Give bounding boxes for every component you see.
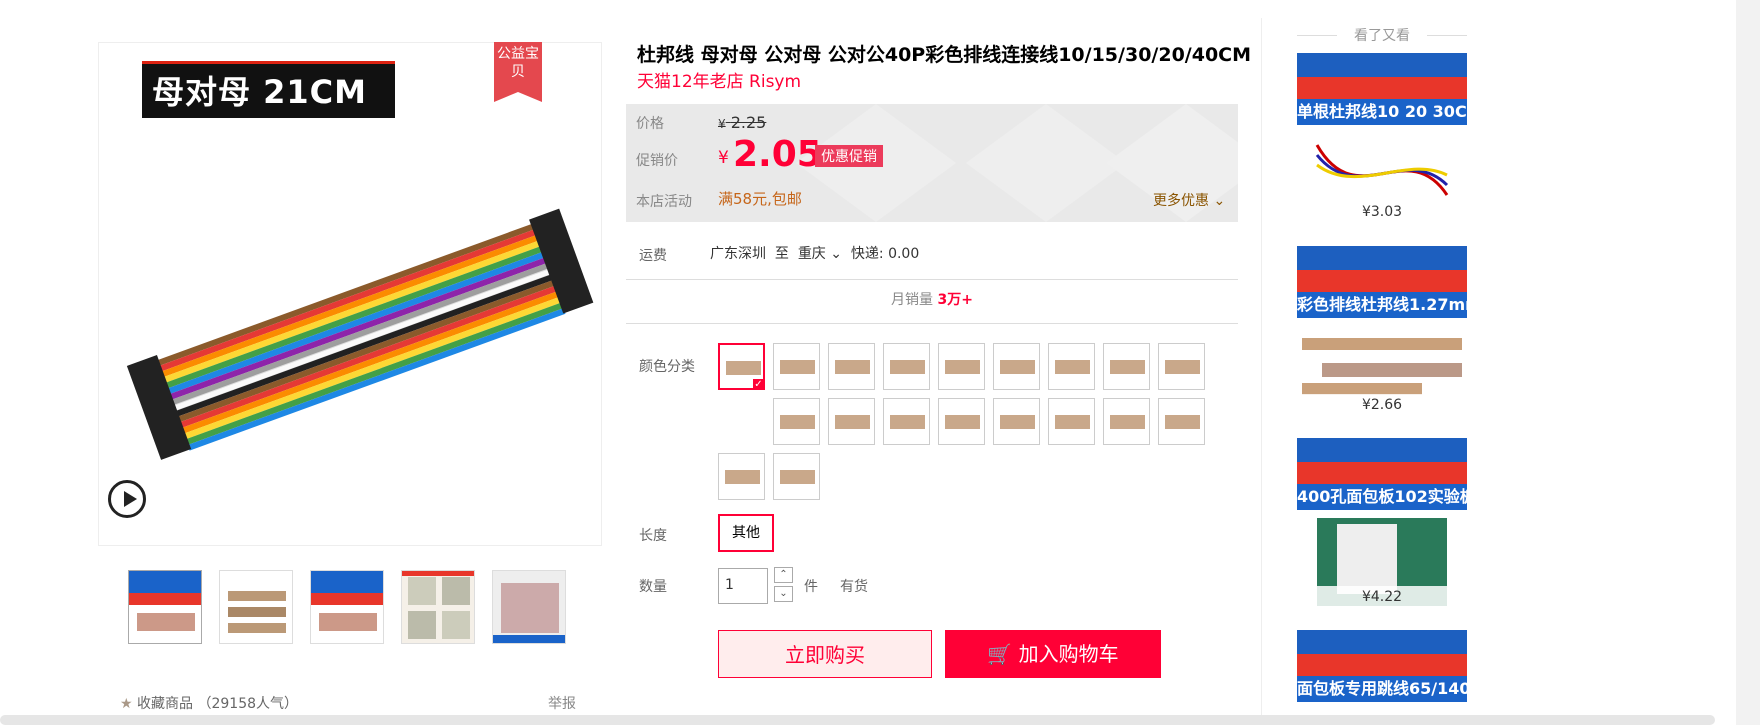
color-swatch[interactable] <box>773 453 820 500</box>
thumbnail-3[interactable] <box>310 570 384 644</box>
recommend-item[interactable]: 面包板专用跳线65/140根 <box>1297 630 1467 715</box>
currency-symbol: ¥ <box>718 148 729 168</box>
color-swatch[interactable] <box>828 398 875 445</box>
original-price: ¥ 2.25 <box>718 113 767 132</box>
chevron-down-icon: ⌄ <box>825 246 842 262</box>
cart-icon: 🛒 <box>987 642 1013 666</box>
activity-label: 本店活动 <box>636 194 692 210</box>
promo-price-label: 促销价 <box>636 153 678 169</box>
product-title: 杜邦线 母对母 公对母 公对公40P彩色排线连接线10/15/30/20/40C… <box>637 44 1252 66</box>
shipping-label: 运费 <box>639 248 667 264</box>
shop-name[interactable]: 天猫12年老店 Risym <box>637 67 801 92</box>
star-icon: ★ <box>120 696 133 712</box>
thumbnail-2[interactable] <box>219 570 293 644</box>
recommend-item[interactable]: 单根杜邦线10 20 30CM ¥3.03 <box>1297 53 1467 223</box>
price-label: 价格 <box>636 116 664 132</box>
color-swatch[interactable] <box>1158 343 1205 390</box>
vertical-scrollbar[interactable] <box>1736 0 1760 725</box>
charity-ribbon: 公益宝贝 <box>494 42 542 102</box>
color-swatch[interactable] <box>883 398 930 445</box>
destination-select[interactable]: 重庆 ⌄ <box>798 246 842 262</box>
thumbnail-4[interactable] <box>401 570 475 644</box>
report-link[interactable]: 举报 <box>548 693 576 713</box>
favorite-count: （29158人气） <box>197 696 299 712</box>
length-label: 长度 <box>639 528 667 544</box>
color-swatch[interactable] <box>1103 343 1150 390</box>
more-offers-link[interactable]: 更多优惠 ⌄ <box>1153 190 1225 210</box>
qty-unit: 件 <box>804 579 818 595</box>
color-swatch[interactable] <box>1048 398 1095 445</box>
thumbnail-1[interactable] <box>128 570 202 644</box>
color-swatch[interactable] <box>828 343 875 390</box>
qty-decrease-button[interactable]: ⌄ <box>774 586 793 602</box>
color-swatch[interactable] <box>1103 398 1150 445</box>
favorite-label: 收藏商品 <box>137 696 194 712</box>
promo-price: 2.05 <box>733 134 822 175</box>
thumbnail-5[interactable] <box>492 570 566 644</box>
main-product-image[interactable]: 母对母 21CM 🔍 <box>98 42 602 546</box>
chevron-down-icon: ⌄ <box>1209 193 1226 209</box>
color-swatch[interactable] <box>993 343 1040 390</box>
color-swatch[interactable] <box>718 343 765 390</box>
color-swatch[interactable] <box>993 398 1040 445</box>
color-swatch[interactable] <box>883 343 930 390</box>
color-label: 颜色分类 <box>639 359 695 375</box>
recommend-item[interactable]: 400孔面包板102实验板 ¥4.22 <box>1297 438 1467 608</box>
qty-increase-button[interactable]: ⌃ <box>774 567 793 583</box>
color-swatch[interactable] <box>938 398 985 445</box>
buy-now-button[interactable]: 立即购买 <box>718 630 932 678</box>
monthly-sales: 月销量 3万+ <box>891 292 973 308</box>
color-swatch[interactable] <box>773 343 820 390</box>
qty-label: 数量 <box>639 579 667 595</box>
color-swatch[interactable] <box>718 453 765 500</box>
promo-badge: 优惠促销 <box>815 145 883 167</box>
play-video-icon[interactable] <box>108 480 146 518</box>
recommend-item[interactable]: 彩色排线杜邦线1.27mm ¥2.66 <box>1297 246 1467 416</box>
add-to-cart-button[interactable]: 🛒 加入购物车 <box>945 630 1161 678</box>
divider <box>626 323 1238 324</box>
quantity-input[interactable]: 1 <box>718 568 768 604</box>
activity-text[interactable]: 满58元,包邮 <box>718 188 802 209</box>
horizontal-scrollbar[interactable] <box>0 715 1715 725</box>
stock-status: 有货 <box>840 579 868 595</box>
recommend-title: 看了又看 <box>1297 25 1467 45</box>
color-swatch[interactable] <box>1048 343 1095 390</box>
ribbon-cable-illustration <box>126 208 594 460</box>
shipping-info: 广东深圳 至 重庆 ⌄ 快递: 0.00 <box>710 246 920 262</box>
column-divider <box>1261 18 1262 725</box>
length-option[interactable]: 其他 <box>718 514 774 552</box>
color-swatch[interactable] <box>938 343 985 390</box>
color-swatch[interactable] <box>773 398 820 445</box>
color-swatch[interactable] <box>1158 398 1205 445</box>
favorite-product[interactable]: ★ 收藏商品 （29158人气） <box>120 693 298 713</box>
